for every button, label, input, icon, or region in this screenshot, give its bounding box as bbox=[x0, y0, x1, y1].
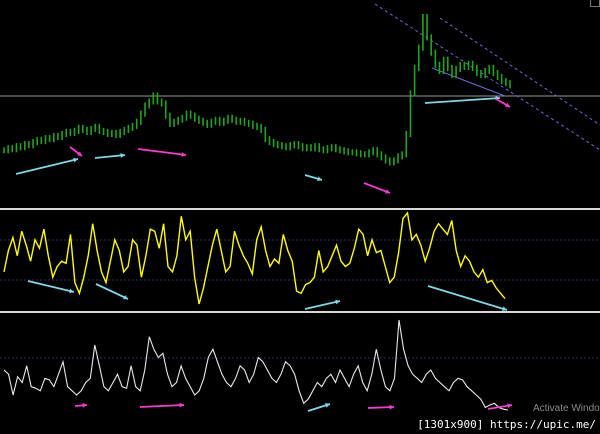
divergence-arrow bbox=[95, 283, 129, 300]
trend-channel-upper[interactable] bbox=[374, 3, 600, 151]
arrow-head-icon bbox=[179, 402, 184, 408]
trend-channel-lower[interactable] bbox=[439, 17, 600, 126]
divergence-arrow bbox=[427, 285, 508, 311]
oscillator-pane-yellow bbox=[0, 211, 600, 305]
arrow-head-icon bbox=[120, 153, 125, 158]
divergence-arrow bbox=[424, 97, 501, 104]
divergence-arrow bbox=[304, 300, 341, 310]
divergence-arrow bbox=[15, 158, 79, 175]
white-oscillator-line bbox=[3, 319, 509, 411]
window-restore-icon[interactable] bbox=[590, 0, 600, 7]
divergence-arrow bbox=[27, 280, 75, 293]
divergence-arrow bbox=[137, 148, 187, 156]
activate-windows-watermark: Activate Window bbox=[533, 403, 600, 414]
price-pane bbox=[0, 3, 600, 166]
arrow-head-icon bbox=[82, 402, 87, 408]
indicator-chart bbox=[0, 3, 600, 412]
arrow-head-icon bbox=[389, 404, 394, 410]
divergence-arrow bbox=[94, 154, 126, 159]
yellow-oscillator-line bbox=[3, 211, 506, 305]
image-source-footer: [1301x900] https://upic.me/ bbox=[413, 415, 600, 434]
oscillator-pane-white bbox=[0, 319, 600, 411]
divergence-arrow bbox=[139, 404, 185, 408]
price-candles bbox=[3, 14, 511, 166]
